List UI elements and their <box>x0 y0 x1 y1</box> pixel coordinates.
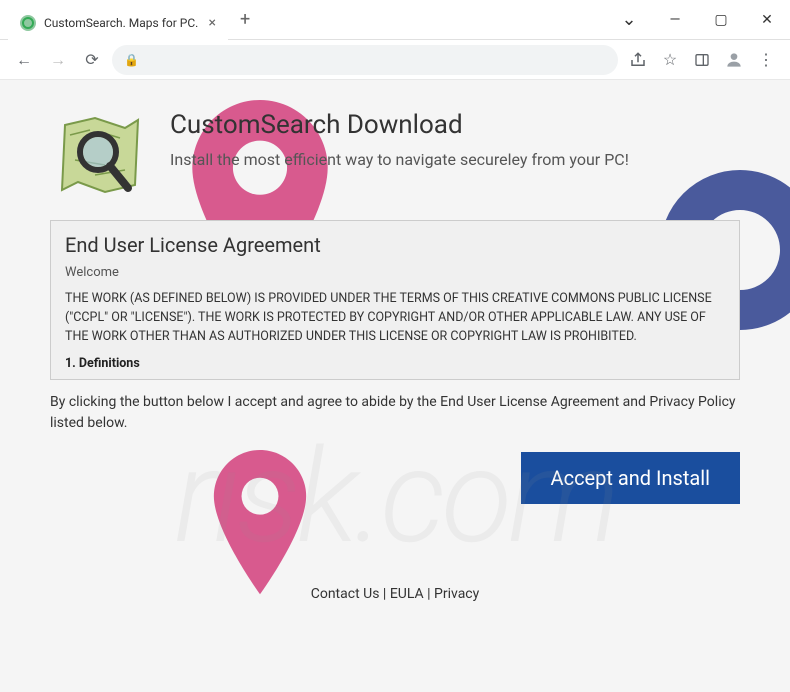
lock-icon: 🔒 <box>124 53 139 67</box>
address-bar[interactable]: 🔒 <box>112 45 618 75</box>
nav-reload-icon[interactable]: ⟳ <box>78 46 106 74</box>
footer-privacy-link[interactable]: Privacy <box>434 586 479 602</box>
browser-toolbar: ← → ⟳ 🔒 ☆ ⋮ <box>0 40 790 80</box>
eula-heading: End User License Agreement <box>65 233 725 257</box>
eula-scrollbox[interactable]: End User License Agreement Welcome THE W… <box>50 220 740 380</box>
window-minimize-icon[interactable]: — <box>652 0 698 40</box>
menu-dots-icon[interactable]: ⋮ <box>752 46 780 74</box>
app-logo <box>50 110 150 200</box>
footer-sep: | <box>424 586 434 602</box>
footer-eula-link[interactable]: EULA <box>390 586 424 602</box>
page-content: CustomSearch Download Install the most e… <box>0 80 790 692</box>
eula-body: THE WORK (AS DEFINED BELOW) IS PROVIDED … <box>65 290 725 346</box>
browser-tab[interactable]: CustomSearch. Maps for PC. × <box>8 6 228 40</box>
tab-title: CustomSearch. Maps for PC. <box>44 16 201 30</box>
page-title: CustomSearch Download <box>170 110 629 140</box>
share-icon[interactable] <box>624 46 652 74</box>
window-controls: ⌄ — ▢ ✕ <box>606 0 790 40</box>
window-dropdown-icon[interactable]: ⌄ <box>606 0 652 40</box>
side-panel-icon[interactable] <box>688 46 716 74</box>
window-titlebar: CustomSearch. Maps for PC. × + ⌄ — ▢ ✕ <box>0 0 790 40</box>
page-header: CustomSearch Download Install the most e… <box>50 110 740 200</box>
footer-sep: | <box>379 586 389 602</box>
accept-install-button[interactable]: Accept and Install <box>521 452 740 504</box>
consent-text: By clicking the button below I accept an… <box>50 392 740 434</box>
nav-back-icon[interactable]: ← <box>10 46 38 74</box>
footer-contact-link[interactable]: Contact Us <box>311 586 380 602</box>
eula-section-title: 1. Definitions <box>65 356 725 371</box>
eula-welcome: Welcome <box>65 265 725 280</box>
profile-avatar-icon[interactable] <box>720 46 748 74</box>
page-footer: Contact Us | EULA | Privacy <box>0 586 790 602</box>
bookmark-star-icon[interactable]: ☆ <box>656 46 684 74</box>
page-subtitle: Install the most efficient way to naviga… <box>170 150 629 169</box>
tab-favicon <box>20 15 36 31</box>
window-maximize-icon[interactable]: ▢ <box>698 0 744 40</box>
tab-close-icon[interactable]: × <box>209 15 216 31</box>
window-close-icon[interactable]: ✕ <box>744 0 790 40</box>
eula-section-body: "Adaptation" means a work based upon the… <box>65 377 725 380</box>
nav-forward-icon[interactable]: → <box>44 46 72 74</box>
new-tab-button[interactable]: + <box>240 9 250 30</box>
